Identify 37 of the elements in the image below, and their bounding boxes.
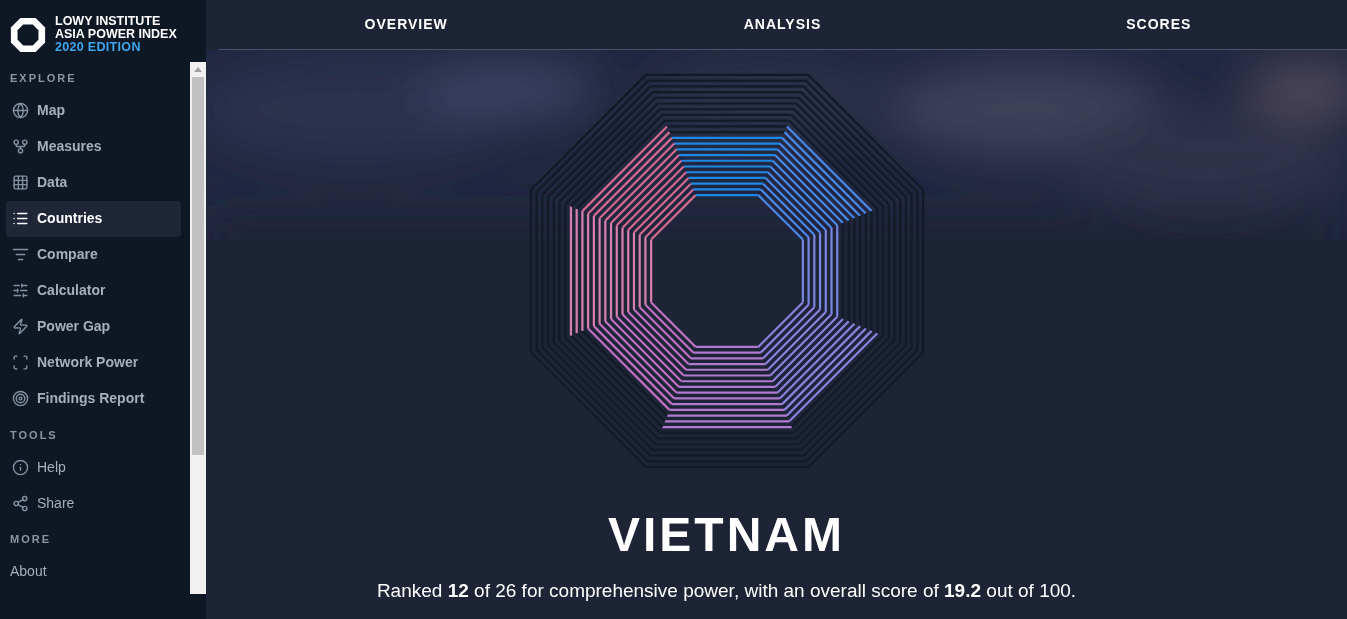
info-icon: [12, 458, 29, 476]
sidebar-item[interactable]: Countries: [6, 200, 181, 237]
sidebar-item[interactable]: Network Power: [6, 344, 181, 381]
filter-icon: [12, 246, 29, 263]
section-heading: EXPLORE: [9, 71, 78, 86]
nav-tab[interactable]: ANALYSIS: [594, 14, 971, 35]
sliders-icon: [12, 282, 29, 299]
scroll-up-icon[interactable]: [194, 67, 202, 72]
sidebar-item[interactable]: About: [6, 553, 181, 590]
scrollbar[interactable]: [190, 62, 206, 594]
share-icon: [12, 494, 29, 512]
country-title: VIETNAM: [608, 509, 845, 561]
summary-text: Ranked 12 of 26 for comprehensive power, with an overall score of 19.2 out of 100.: [376, 579, 1077, 603]
lightning-icon: [12, 318, 29, 335]
sidebar-item[interactable]: Data: [6, 164, 181, 201]
section-heading: MORE: [9, 532, 52, 547]
globe-icon: [12, 102, 29, 119]
sidebar-item[interactable]: Help: [6, 449, 181, 485]
scrollbar-thumb[interactable]: [192, 77, 204, 455]
sidebar-item[interactable]: Calculator: [6, 272, 181, 309]
sidebar-item[interactable]: Share: [6, 485, 181, 521]
edition-label: 2020 EDITION: [55, 41, 142, 54]
grid-icon: [12, 174, 29, 191]
section-heading: TOOLS: [9, 427, 59, 443]
sidebar-item[interactable]: Findings Report: [6, 380, 181, 417]
sidebar-item[interactable]: Compare: [6, 236, 181, 273]
sidebar-item[interactable]: Power Gap: [6, 308, 181, 345]
logo-icon: [9, 15, 47, 54]
logo-text: LOWY INSTITUTE: [55, 15, 162, 28]
nav-tab[interactable]: OVERVIEW: [218, 14, 595, 35]
nav-tab[interactable]: SCORES: [970, 14, 1347, 35]
sidebar-item[interactable]: Map: [6, 92, 181, 129]
sidebar-item[interactable]: Measures: [6, 128, 181, 165]
scan-icon: [12, 354, 29, 371]
target-icon: [12, 390, 29, 407]
list-icon: [12, 210, 29, 227]
logo-text: ASIA POWER INDEX: [55, 28, 177, 41]
